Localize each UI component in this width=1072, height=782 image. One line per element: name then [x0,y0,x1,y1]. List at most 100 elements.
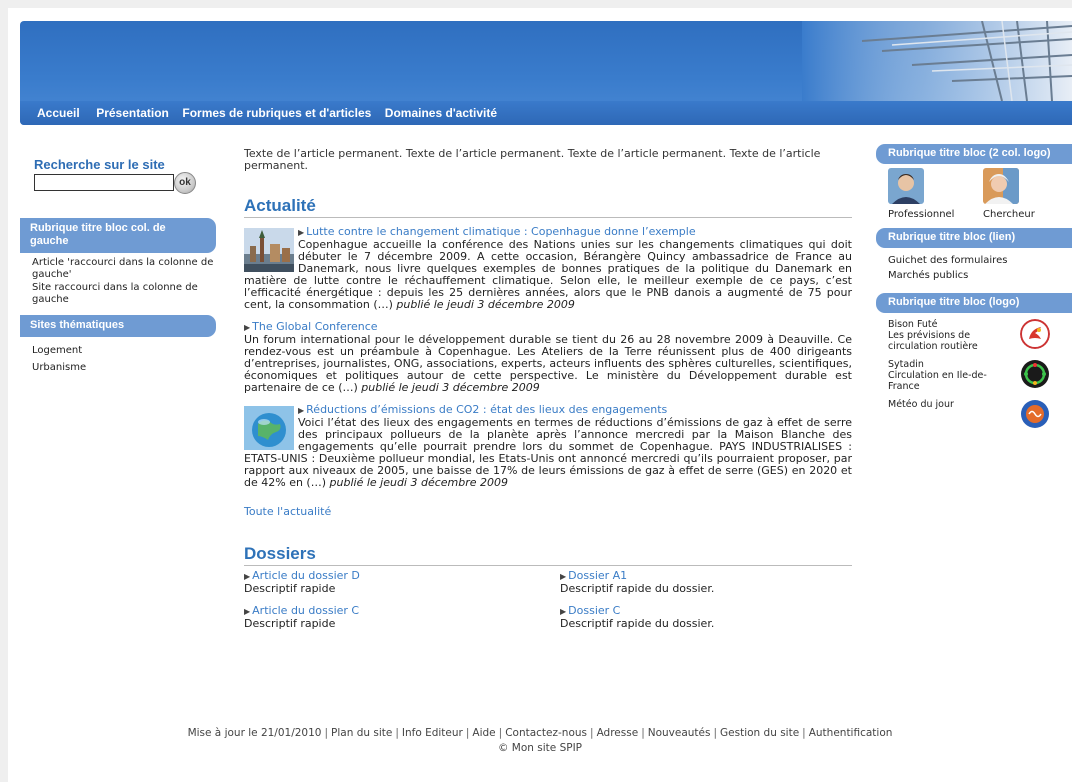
sytadin-logo-icon [1021,360,1049,388]
article-date: publié le jeudi 3 décembre 2009 [329,476,509,489]
logo-entry-line: Circulation en Ile-de-France [888,370,987,392]
professional-avatar-icon [888,168,924,204]
banner-industrial-image [802,21,1072,101]
logo-entry-text: Sytadin Circulation en Ile-de-France [888,359,1000,392]
permanent-article-text: Texte de l’article permanent. Texte de l… [244,147,821,172]
copenhagen-thumbnail [244,228,294,272]
logo-entry-bison-fute[interactable]: Bison Futé Les prévisions de circulation… [888,319,1072,359]
center-column: Texte de l’article permanent. Texte de l… [244,148,852,630]
search-ok-button[interactable]: ok [174,172,196,194]
right-bloc3-title: Rubrique titre bloc (logo) [876,293,1072,313]
footer-link-adresse[interactable]: Adresse [597,727,639,739]
left-column: Recherche sur le site ok Rubrique titre … [20,153,216,385]
logo-card-professionnel[interactable]: Professionnel [888,168,963,220]
logo-entry-line: Sytadin [888,359,924,370]
left-bloc1-title: Rubrique titre bloc col. de gauche [20,218,216,253]
list-item[interactable]: Site raccourci dans la colonne de gauche [32,282,216,306]
logo-entry-line: Bison Futé [888,319,938,330]
footer-link-auth[interactable]: Authentification [809,727,893,739]
right-column: Rubrique titre bloc (2 col. logo) Profes… [876,144,1072,443]
globe-thumbnail [244,406,294,450]
news-article: ▶ The Global Conference Un forum internat… [244,321,852,394]
main-nav: Accueil Présentation Formes de rubriques… [20,101,1072,125]
researcher-avatar-icon [983,168,1019,204]
nav-item-presentation[interactable]: Présentation [96,101,169,125]
logo-entry-text: Bison Futé Les prévisions de circulation… [888,319,1000,352]
footer-separator: | [465,727,470,739]
nav-item-domaines[interactable]: Domaines d'activité [385,101,497,125]
dossier-item: ▶ Article du dossier C Descriptif rapide [244,605,560,630]
logo-list: Bison Futé Les prévisions de circulation… [876,313,1072,443]
left-bloc1-list: Article 'raccourci dans la colonne de ga… [20,253,216,315]
bison-fute-logo-icon [1020,319,1050,349]
footer-update-date: Mise à jour le 21/01/2010 [187,727,322,739]
dossier-desc: Descriptif rapide [244,617,336,630]
news-section-title: Actualité [244,196,852,218]
bullet-triangle-icon: ▶ [298,406,305,415]
logo-entry-text: Météo du jour [888,399,1000,410]
dossier-title: Article du dossier D [252,569,360,582]
link-item[interactable]: Marchés publics [888,268,1072,283]
footer-link-gestion[interactable]: Gestion du site [720,727,799,739]
article-title-link[interactable]: Réductions d’émissions de CO2 : état des… [306,403,667,416]
dossier-title: Article du dossier C [252,604,360,617]
bullet-triangle-icon: ▶ [244,607,251,616]
bullet-triangle-icon: ▶ [244,323,251,332]
footer-separator: | [590,727,594,739]
footer-separator: | [641,727,645,739]
dossier-title: Dossier C [568,604,621,617]
article-title-link[interactable]: The Global Conference [252,320,377,333]
bullet-triangle-icon: ▶ [560,607,567,616]
footer-links: Mise à jour le 21/01/2010 | Plan du site | I… [8,726,1072,741]
footer-link-editeur[interactable]: Info Editeur [402,727,463,739]
dossier-item: ▶ Dossier C Descriptif rapide du dossier. [560,605,852,630]
right-links: Guichet des formulaires Marchés publics [876,248,1072,293]
list-item[interactable]: Logement [32,343,216,359]
logo-entry-meteo[interactable]: Météo du jour [888,399,1072,439]
link-item[interactable]: Guichet des formulaires [888,253,1072,268]
news-article: ▶ Réductions d’émissions de CO2 : état de… [244,404,852,489]
footer: Mise à jour le 21/01/2010 | Plan du site | I… [8,726,1072,756]
dossiers-grid: ▶ Article du dossier D Descriptif rapide … [244,570,852,630]
page: Accueil Présentation Formes de rubriques… [8,8,1072,782]
footer-link-aide[interactable]: Aide [472,727,495,739]
bullet-triangle-icon: ▶ [298,228,305,237]
footer-separator: | [713,727,718,739]
search-title: Recherche sur le site [34,157,165,172]
footer-link-nouveautes[interactable]: Nouveautés [648,727,711,739]
footer-link-plan[interactable]: Plan du site [331,727,392,739]
bullet-triangle-icon: ▶ [560,572,567,581]
search-input[interactable] [34,174,174,191]
logo-entry-sytadin[interactable]: Sytadin Circulation en Ile-de-France [888,359,1072,399]
dossiers-section-title: Dossiers [244,544,852,566]
article-date: publié le jeudi 3 décembre 2009 [396,298,575,311]
dossier-desc: Descriptif rapide du dossier. [560,582,715,595]
list-item[interactable]: Urbanisme [32,360,216,376]
news-article: ▶ Lutte contre le changement climatique :… [244,226,852,311]
footer-separator: | [395,727,399,739]
all-news-link[interactable]: Toute l'actualité [244,505,852,518]
footer-copyright: © Mon site SPIP [497,742,583,754]
nav-item-accueil[interactable]: Accueil [37,101,80,125]
nav-item-formes[interactable]: Formes de rubriques et d'articles [182,101,371,125]
logo-card-chercheur[interactable]: Chercheur [983,168,1058,220]
article-date: publié le jeudi 3 décembre 2009 [361,381,540,394]
logo-caption: Chercheur [983,209,1035,220]
list-item[interactable]: Article 'raccourci dans la colonne de ga… [32,257,216,281]
right-bloc2-title: Rubrique titre bloc (lien) [876,228,1072,248]
left-bloc2-list: Logement Urbanisme [20,337,216,385]
footer-separator: | [324,727,329,739]
logo-entry-line: Les prévisions de circulation routière [888,330,978,352]
article-title-link[interactable]: Lutte contre le changement climatique : … [306,225,695,238]
dossier-item: ▶ Dossier A1 Descriptif rapide du dossier… [560,570,852,595]
logo-row: Professionnel Chercheur [876,164,1072,228]
dossier-item: ▶ Article du dossier D Descriptif rapide [244,570,560,595]
footer-link-contact[interactable]: Contactez-nous [505,727,587,739]
header-banner: Accueil Présentation Formes de rubriques… [20,21,1072,125]
logo-entry-line: Météo du jour [888,399,954,410]
meteo-logo-icon [1021,400,1049,428]
left-bloc2-title: Sites thématiques [20,315,216,337]
dossier-desc: Descriptif rapide [244,582,336,595]
logo-caption: Professionnel [888,209,955,220]
dossier-desc: Descriptif rapide du dossier. [560,617,715,630]
